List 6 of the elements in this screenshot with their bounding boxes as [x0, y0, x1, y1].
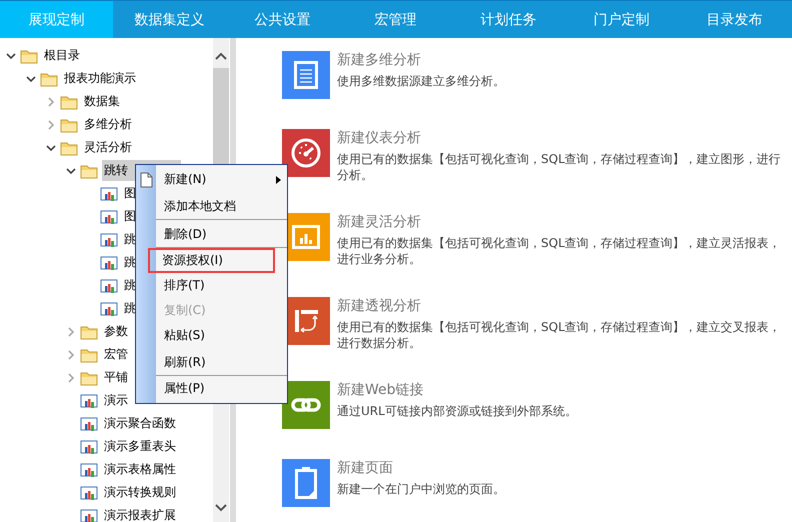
action-description: 使用多维数据源建立多维分析。 [337, 73, 506, 89]
action-description: 使用已有的数据集【包括可视化查询，SQL查询，存储过程查询】，建立灵活报表，进行业务分析。 [337, 235, 782, 267]
action-description: 新建一个在门户中浏览的页面。 [337, 481, 506, 497]
action-description: 使用已有的数据集【包括可视化查询，SQL查询，存储过程查询】，建立交叉报表，进行数据分析。 [337, 319, 782, 351]
action-description: 通过URL可链接内部资源或链接到外部系统。 [337, 403, 578, 419]
action-description: 使用已有的数据集【包括可视化查询，SQL查询，存储过程查询】，建立图形，进行分析。 [337, 151, 782, 183]
